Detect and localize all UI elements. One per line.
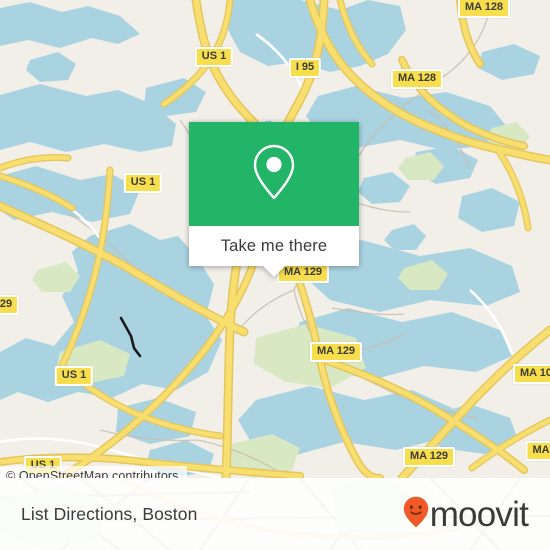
road-shield-label: US 1 xyxy=(201,50,227,62)
road-shield: MA xyxy=(525,441,550,461)
road-shield-label: MA 129 xyxy=(316,345,356,357)
road-shield-label: MA 129 xyxy=(409,450,449,462)
road-shield-label: MA 128 xyxy=(464,1,504,13)
moovit-wordmark: moovit xyxy=(429,494,529,534)
take-me-there-callout[interactable]: Take me there xyxy=(189,122,359,277)
callout-label: Take me there xyxy=(220,236,328,255)
road-shield: US 1 xyxy=(194,47,234,67)
road-shield: I 95 xyxy=(288,58,322,78)
road-shield-label: US 1 xyxy=(61,369,87,381)
road-shield: MA 10 xyxy=(513,364,550,384)
road-shield: MA 128 xyxy=(390,69,444,89)
road-shield-label: US 1 xyxy=(130,176,156,188)
road-shield: MA 128 xyxy=(457,0,511,18)
page-title: List Directions, Boston xyxy=(21,503,198,524)
road-shield-label: MA 128 xyxy=(397,72,437,84)
road-shield-label: MA 10 xyxy=(520,367,550,379)
moovit-pin-icon xyxy=(403,496,429,533)
callout-tail xyxy=(263,266,285,277)
road-shield: US 1 xyxy=(54,366,94,386)
road-shield-label: MA xyxy=(532,444,550,456)
road-shield: MA 129 xyxy=(402,447,456,467)
road-shield: US 1 xyxy=(123,173,163,193)
road-shield-label: I 95 xyxy=(295,61,315,73)
road-shield: 29 xyxy=(0,295,20,315)
callout-header xyxy=(189,122,359,226)
moovit-logo[interactable]: moovit xyxy=(403,494,529,534)
map-pin-icon xyxy=(251,143,297,206)
footer-bar: List Directions, Boston moovit xyxy=(0,478,550,550)
moovit-map-screen: MA 128 US 1 I 95 MA 128 US 1 29 MA 129 MA 129 US… xyxy=(0,0,550,550)
road-shield-label: MA 129 xyxy=(283,266,323,278)
road-shield: MA 129 xyxy=(309,342,363,362)
road-shield-label: 29 xyxy=(0,298,13,310)
callout-action[interactable]: Take me there xyxy=(189,226,359,266)
